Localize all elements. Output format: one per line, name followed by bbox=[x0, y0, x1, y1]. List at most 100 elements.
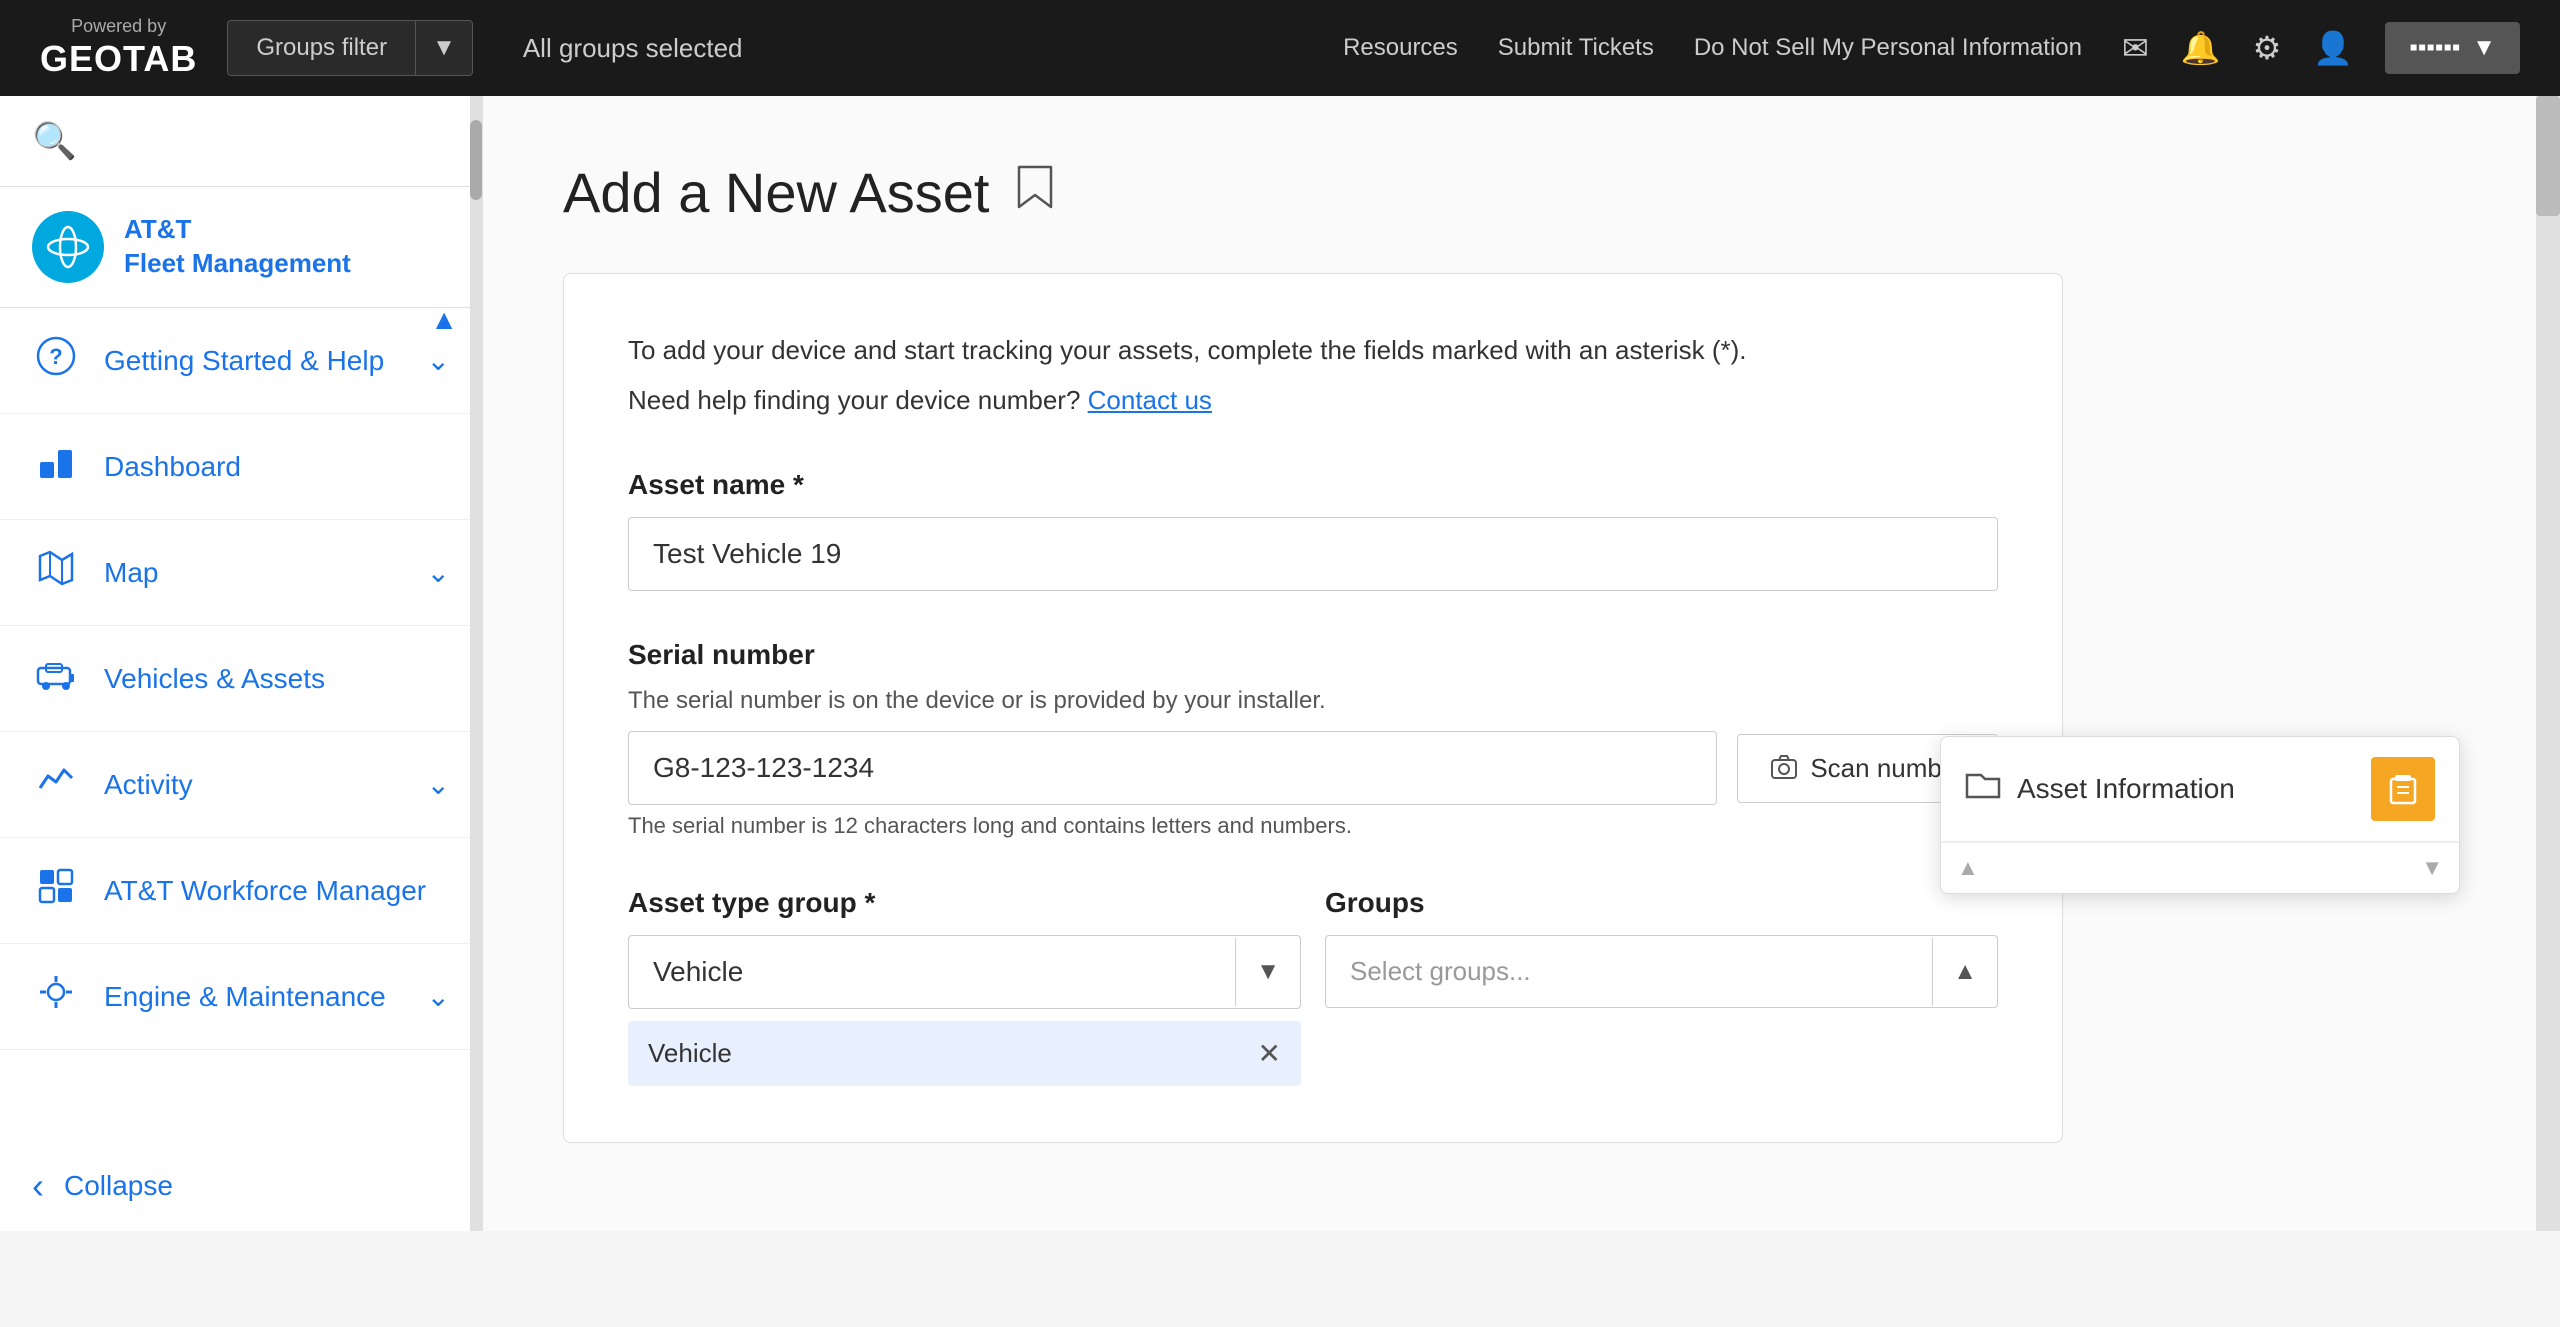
sidebar-scrollbar[interactable] bbox=[470, 96, 482, 1231]
groups-filter-label: Groups filter bbox=[256, 34, 387, 62]
map-chevron-icon: ⌄ bbox=[427, 556, 450, 589]
top-bar: Powered by GEOTAB Groups filter ▼ All gr… bbox=[0, 0, 2560, 96]
user-name: ▪▪▪▪▪▪ bbox=[2409, 34, 2460, 62]
asset-type-value: Vehicle bbox=[629, 936, 1235, 1008]
sidebar-item-label-att-workforce: AT&T Workforce Manager bbox=[104, 875, 450, 907]
top-bar-right: Resources Submit Tickets Do Not Sell My … bbox=[1343, 22, 2520, 74]
asset-name-label: Asset name * bbox=[628, 469, 1998, 501]
engine-icon bbox=[32, 972, 80, 1021]
getting-started-icon: ? bbox=[32, 336, 80, 385]
activity-icon bbox=[32, 760, 80, 809]
groups-filter-dropdown-arrow[interactable]: ▼ bbox=[416, 20, 473, 76]
user-dropdown-arrow: ▼ bbox=[2472, 34, 2496, 62]
vehicle-chip-label: Vehicle bbox=[648, 1038, 1242, 1069]
sidebar-item-map[interactable]: Map ⌄ bbox=[0, 520, 482, 626]
asset-name-input[interactable] bbox=[628, 517, 1998, 591]
sidebar-item-engine[interactable]: Engine & Maintenance ⌄ bbox=[0, 944, 482, 1050]
asset-type-row: Asset type group * Vehicle ▼ Vehicle ✕ G… bbox=[628, 887, 1998, 1086]
submit-tickets-link[interactable]: Submit Tickets bbox=[1498, 34, 1654, 62]
sidebar-item-label-vehicles: Vehicles & Assets bbox=[104, 663, 450, 695]
groups-label: Groups bbox=[1325, 887, 1998, 919]
collapse-label: Collapse bbox=[64, 1170, 173, 1202]
user-icon[interactable]: 👤 bbox=[2313, 29, 2353, 67]
serial-number-input[interactable] bbox=[628, 731, 1717, 805]
dashboard-icon bbox=[32, 442, 80, 491]
page-title-row: Add a New Asset bbox=[563, 160, 2480, 225]
serial-hint: The serial number is 12 characters long … bbox=[628, 813, 1998, 839]
asset-type-group: Asset type group * Vehicle ▼ Vehicle ✕ bbox=[628, 887, 1301, 1086]
activity-chevron-icon: ⌄ bbox=[427, 768, 450, 801]
sidebar-scroll-up-button[interactable]: ▲ bbox=[422, 296, 466, 344]
serial-number-label: Serial number bbox=[628, 639, 1998, 671]
sidebar-item-att-workforce[interactable]: AT&T Workforce Manager bbox=[0, 838, 482, 944]
description-line1: To add your device and start tracking yo… bbox=[628, 330, 1998, 372]
all-groups-selected-text: All groups selected bbox=[523, 33, 743, 64]
sidebar-item-label-getting-started: Getting Started & Help bbox=[104, 345, 403, 377]
groups-dropdown-arrow[interactable]: ▲ bbox=[1932, 938, 1997, 1006]
att-company-name: AT&T Fleet Management bbox=[124, 213, 351, 281]
geotab-logo: Powered by GEOTAB bbox=[40, 16, 197, 81]
svg-text:?: ? bbox=[49, 344, 62, 369]
serial-row: Scan number bbox=[628, 731, 1998, 805]
groups-placeholder: Select groups... bbox=[1326, 936, 1932, 1007]
sidebar-search[interactable]: 🔍 bbox=[0, 96, 482, 187]
asset-type-select[interactable]: Vehicle ▼ bbox=[628, 935, 1301, 1009]
form-card: To add your device and start tracking yo… bbox=[563, 273, 2063, 1143]
search-icon[interactable]: 🔍 bbox=[32, 120, 77, 162]
sidebar-scrollbar-thumb[interactable] bbox=[470, 120, 482, 200]
clipboard-icon bbox=[2385, 771, 2421, 807]
chevron-down-icon: ⌄ bbox=[427, 344, 450, 377]
sidebar-item-label-activity: Activity bbox=[104, 769, 403, 801]
asset-type-dropdown-arrow[interactable]: ▼ bbox=[1235, 938, 1300, 1006]
main-scrollbar[interactable] bbox=[2536, 96, 2560, 1231]
map-icon bbox=[32, 548, 80, 597]
engine-chevron-icon: ⌄ bbox=[427, 980, 450, 1013]
bookmark-icon[interactable] bbox=[1013, 163, 1057, 222]
collapse-button[interactable]: ‹ Collapse bbox=[0, 1141, 482, 1231]
sidebar-logo: AT&T Fleet Management bbox=[0, 187, 482, 308]
sidebar-item-label-dashboard: Dashboard bbox=[104, 451, 450, 483]
user-account-button[interactable]: ▪▪▪▪▪▪ ▼ bbox=[2385, 22, 2520, 74]
main-content: Add a New Asset To add your device and s… bbox=[483, 96, 2560, 1231]
popup-orange-action-button[interactable] bbox=[2371, 757, 2435, 821]
vehicle-chip: Vehicle ✕ bbox=[628, 1021, 1301, 1086]
camera-icon bbox=[1770, 754, 1798, 782]
layout: 🔍 AT&T Fleet Management ▲ ? Getting Sta bbox=[0, 96, 2560, 1231]
sidebar-item-vehicles[interactable]: Vehicles & Assets bbox=[0, 626, 482, 732]
contact-us-link[interactable]: Contact us bbox=[1088, 385, 1212, 415]
groups-filter-container: Groups filter ▼ bbox=[227, 20, 472, 76]
popup-title-row: Asset Information bbox=[1965, 767, 2235, 811]
popup-header: Asset Information bbox=[1941, 737, 2459, 842]
asset-information-title: Asset Information bbox=[2017, 773, 2235, 805]
resources-link[interactable]: Resources bbox=[1343, 34, 1458, 62]
asset-information-popup: Asset Information ▲ ▼ bbox=[1940, 736, 2460, 894]
do-not-sell-link[interactable]: Do Not Sell My Personal Information bbox=[1694, 34, 2082, 62]
sidebar-item-label-map: Map bbox=[104, 557, 403, 589]
gear-icon[interactable]: ⚙ bbox=[2253, 29, 2282, 67]
vehicle-chip-close-icon[interactable]: ✕ bbox=[1258, 1037, 1281, 1070]
sidebar-item-getting-started[interactable]: ? Getting Started & Help ⌄ bbox=[0, 308, 482, 414]
serial-number-section: Serial number The serial number is on th… bbox=[628, 639, 1998, 839]
asset-type-label: Asset type group * bbox=[628, 887, 1301, 919]
groups-select[interactable]: Select groups... ▲ bbox=[1325, 935, 1998, 1008]
top-bar-icons: ✉ 🔔 ⚙ 👤 ▪▪▪▪▪▪ ▼ bbox=[2122, 22, 2520, 74]
top-bar-left: Powered by GEOTAB Groups filter ▼ All gr… bbox=[40, 16, 743, 81]
sidebar-item-activity[interactable]: Activity ⌄ bbox=[0, 732, 482, 838]
att-logo bbox=[32, 211, 104, 283]
popup-scroll-down-icon[interactable]: ▼ bbox=[2421, 855, 2443, 881]
main-scrollbar-thumb[interactable] bbox=[2536, 96, 2560, 216]
groups-filter-button[interactable]: Groups filter bbox=[227, 20, 416, 76]
serial-description: The serial number is on the device or is… bbox=[628, 687, 1998, 715]
brand-name: GEOTAB bbox=[40, 37, 197, 80]
popup-scroll-up-icon[interactable]: ▲ bbox=[1957, 855, 1979, 881]
page-title: Add a New Asset bbox=[563, 160, 989, 225]
sidebar-item-dashboard[interactable]: Dashboard bbox=[0, 414, 482, 520]
folder-icon bbox=[1965, 767, 2001, 811]
collapse-arrow-icon: ‹ bbox=[32, 1165, 44, 1207]
vehicles-icon bbox=[32, 654, 80, 703]
workforce-icon bbox=[32, 866, 80, 915]
description-line2: Need help finding your device number? Co… bbox=[628, 380, 1998, 422]
bell-icon[interactable]: 🔔 bbox=[2181, 29, 2221, 67]
powered-by-text: Powered by bbox=[71, 16, 166, 38]
mail-icon[interactable]: ✉ bbox=[2122, 29, 2149, 67]
